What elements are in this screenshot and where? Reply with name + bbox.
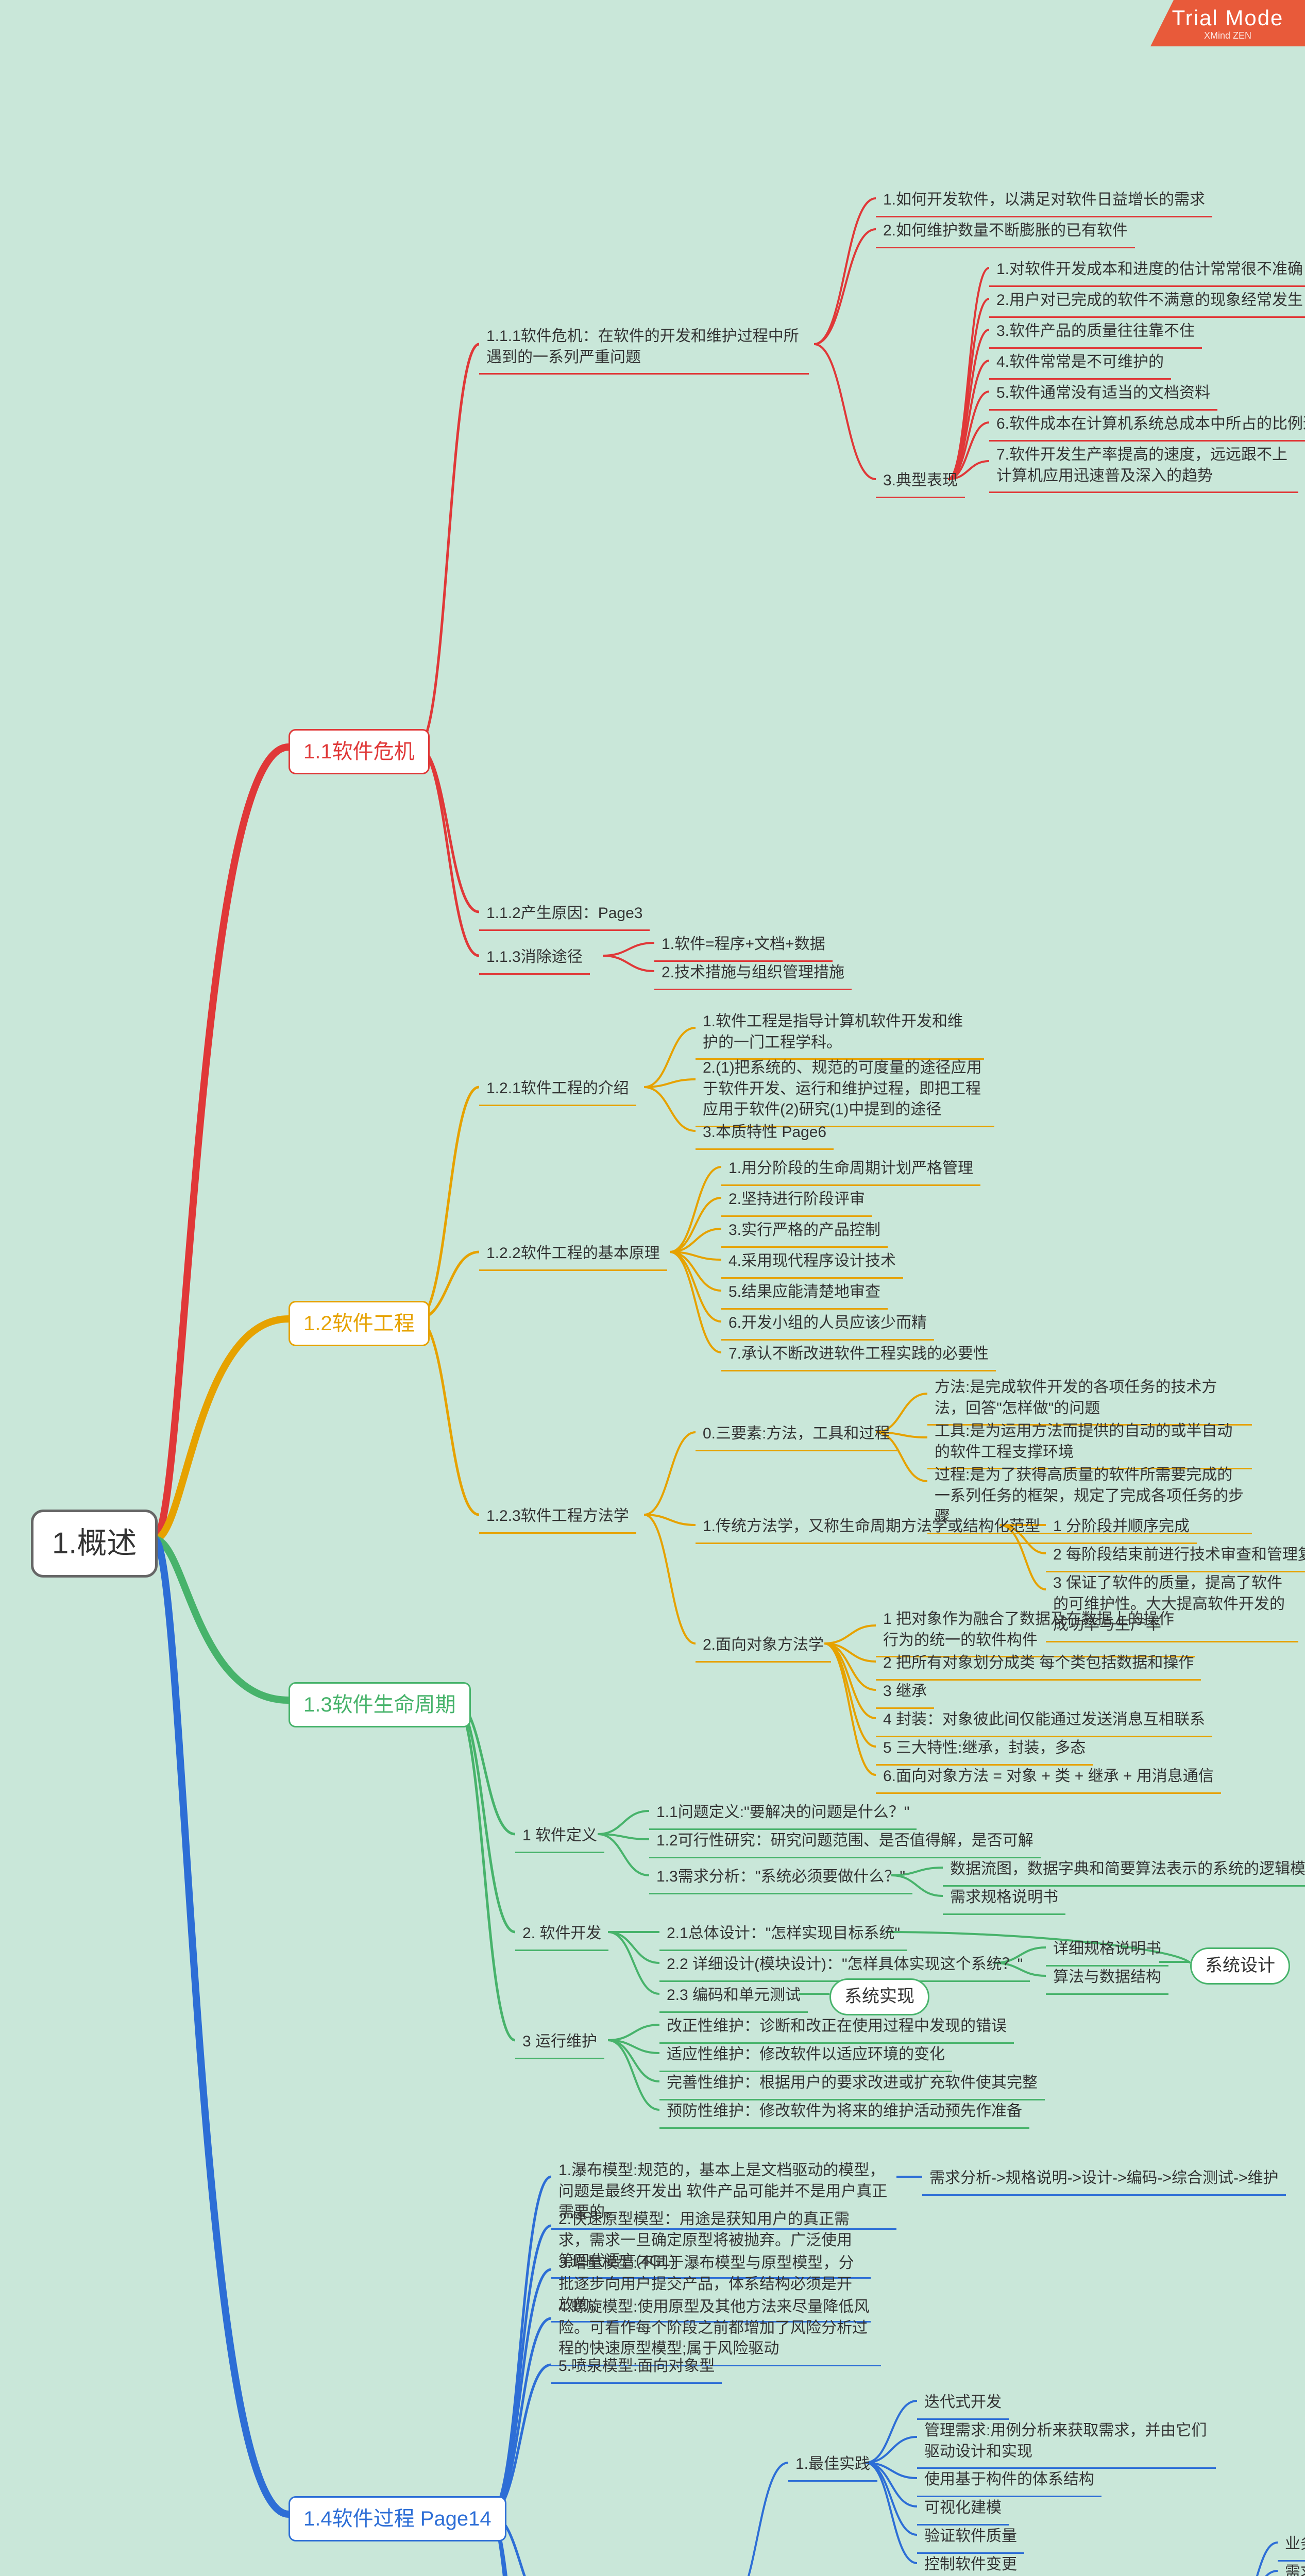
node-1-3[interactable]: 1.3软件生命周期 <box>289 1682 471 1727</box>
leaf[interactable]: 0.三要素:方法，工具和过程 <box>696 1419 897 1451</box>
leaf[interactable]: 3.典型表现 <box>876 466 965 498</box>
node-1-4[interactable]: 1.4软件过程 Page14 <box>289 2496 506 2541</box>
leaf[interactable]: 业务建模 <box>1278 2530 1305 2562</box>
watermark-sub: XMind ZEN <box>1204 30 1251 41</box>
leaf[interactable]: 改正性维护：诊断和改正在使用过程中发现的错误 <box>659 2012 1014 2044</box>
node-1-2-1[interactable]: 1.2.1软件工程的介绍 <box>479 1074 636 1106</box>
trial-watermark: Trial Mode XMind ZEN <box>1150 0 1305 46</box>
leaf[interactable]: 4 封装：对象彼此间仅能通过发送消息互相联系 <box>876 1705 1212 1737</box>
leaf[interactable]: 1.2可行性研究：研究问题范围、是否值得解，是否可解 <box>649 1826 1041 1858</box>
leaf[interactable]: 验证软件质量 <box>917 2522 1024 2554</box>
leaf[interactable]: 5.软件通常没有适当的文档资料 <box>989 379 1217 411</box>
node-1-3-2[interactable]: 2. 软件开发 <box>515 1919 608 1951</box>
leaf[interactable]: 1 分阶段并顺序完成 <box>1046 1512 1197 1544</box>
leaf[interactable]: 使用基于构件的体系结构 <box>917 2465 1101 2497</box>
node-1-3-3[interactable]: 3 运行维护 <box>515 2027 604 2059</box>
leaf[interactable]: 2.面向对象方法学 <box>696 1631 831 1663</box>
leaf[interactable]: 7.软件开发生产率提高的速度，远远跟不上计算机应用迅速普及深入的趋势 <box>989 440 1298 493</box>
node-1-1-2[interactable]: 1.1.2产生原因：Page3 <box>479 899 650 931</box>
leaf[interactable]: 1.传统方法学，又称生命周期方法学或结构化范型 <box>696 1512 1047 1544</box>
leaf[interactable]: 7.承认不断改进软件工程实践的必要性 <box>721 1340 996 1371</box>
leaf[interactable]: 1.软件工程是指导计算机软件开发和维护的一门工程学科。 <box>696 1007 984 1060</box>
node-1-1[interactable]: 1.1软件危机 <box>289 729 430 774</box>
leaf[interactable]: 2.用户对已完成的软件不满意的现象经常发生 <box>989 286 1305 318</box>
node-1-1-3[interactable]: 1.1.3消除途径 <box>479 943 590 975</box>
leaf[interactable]: 5.结果应能清楚地审查 <box>721 1278 888 1310</box>
leaf[interactable]: 算法与数据结构 <box>1046 1963 1168 1995</box>
leaf[interactable]: 迭代式开发 <box>917 2388 1009 2420</box>
leaf[interactable]: 需求分析->规格说明->设计->编码->综合测试->维护 <box>922 2164 1286 2196</box>
leaf[interactable]: 1.3需求分析："系统必须要做什么？" <box>649 1862 912 1894</box>
leaf[interactable]: 3 继承 <box>876 1677 934 1709</box>
leaf[interactable]: 3.实行严格的产品控制 <box>721 1216 888 1248</box>
leaf[interactable]: 2 每阶段结束前进行技术审查和管理复查(文档资料) <box>1046 1540 1305 1572</box>
node-1-2-2[interactable]: 1.2.2软件工程的基本原理 <box>479 1239 667 1271</box>
leaf[interactable]: 2.1总体设计："怎样实现目标系统" <box>659 1919 907 1951</box>
leaf[interactable]: 数据流图，数据字典和简要算法表示的系统的逻辑模型 <box>943 1855 1305 1887</box>
leaf[interactable]: 2.2 详细设计(模块设计)："怎样具体实现这个系统？" <box>659 1950 1030 1982</box>
leaf[interactable]: 需求规格说明书 <box>943 1883 1065 1915</box>
pill-system-impl[interactable]: 系统实现 <box>829 1978 929 2015</box>
leaf[interactable]: 完善性维护：根据用户的要求改进或扩充软件使其完整 <box>659 2069 1045 2100</box>
leaf[interactable]: 控制软件变更 <box>917 2550 1024 2576</box>
leaf[interactable]: 1.1问题定义:"要解决的问题是什么？" <box>649 1798 917 1830</box>
pill-system-design[interactable]: 系统设计 <box>1190 1947 1290 1985</box>
leaf[interactable]: 1.对软件开发成本和进度的估计常常很不准确 <box>989 255 1305 287</box>
node-1-2-3[interactable]: 1.2.3软件工程方法学 <box>479 1502 636 1534</box>
leaf[interactable]: 6.面向对象方法 = 对象 + 类 + 继承 + 用消息通信 <box>876 1762 1221 1794</box>
leaf[interactable]: 2.(1)把系统的、规范的可度量的途径应用于软件开发、运行和维护过程，即把工程应… <box>696 1054 994 1127</box>
leaf[interactable]: 1.软件=程序+文档+数据 <box>654 930 833 962</box>
leaf[interactable]: 4.采用现代程序设计技术 <box>721 1247 903 1279</box>
leaf[interactable]: 2.技术措施与组织管理措施 <box>654 958 852 990</box>
leaf[interactable]: 3.本质特性 Page6 <box>696 1118 834 1150</box>
node-1-3-1[interactable]: 1 软件定义 <box>515 1821 604 1853</box>
leaf[interactable]: 2.坚持进行阶段评审 <box>721 1185 872 1217</box>
watermark-title: Trial Mode <box>1172 6 1284 30</box>
leaf[interactable]: 4.软件常常是不可维护的 <box>989 348 1171 380</box>
leaf[interactable]: 6.开发小组的人员应该少而精 <box>721 1309 934 1341</box>
leaf[interactable]: 2.如何维护数量不断膨胀的已有软件 <box>876 216 1135 248</box>
leaf[interactable]: 2 把所有对象划分成类 每个类包括数据和操作 <box>876 1649 1201 1681</box>
leaf[interactable]: 管理需求:用例分析来获取需求，并由它们驱动设计和实现 <box>917 2416 1216 2469</box>
node-1-1-1[interactable]: 1.1.1软件危机：在软件的开发和维护过程中所遇到的一系列严重问题 <box>479 322 809 375</box>
node-1-4-5[interactable]: 5.喷泉模型:面向对象型 <box>551 2352 722 2384</box>
root-node[interactable]: 1.概述 <box>31 1510 158 1578</box>
leaf[interactable]: 2.3 编码和单元测试 <box>659 1981 808 2013</box>
node-rup-best[interactable]: 1.最佳实践 <box>788 2450 877 2482</box>
leaf[interactable]: 6.软件成本在计算机系统总成本中所占的比例逐年上升 <box>989 410 1305 442</box>
leaf[interactable]: 适应性维护：修改软件以适应环境的变化 <box>659 2040 952 2072</box>
leaf[interactable]: 5 三大特性:继承，封装，多态 <box>876 1734 1093 1766</box>
leaf[interactable]: 1.用分阶段的生命周期计划严格管理 <box>721 1154 980 1186</box>
leaf[interactable]: 详细规格说明书 <box>1046 1935 1168 1967</box>
leaf[interactable]: 1.如何开发软件，以满足对软件日益增长的需求 <box>876 185 1212 217</box>
leaf[interactable]: 可视化建模 <box>917 2494 1009 2526</box>
leaf[interactable]: 需求 <box>1278 2558 1305 2576</box>
leaf[interactable]: 3.软件产品的质量往往靠不住 <box>989 317 1202 349</box>
leaf[interactable]: 预防性维护：修改软件为将来的维护活动预先作准备 <box>659 2097 1029 2129</box>
node-1-2[interactable]: 1.2软件工程 <box>289 1301 430 1346</box>
